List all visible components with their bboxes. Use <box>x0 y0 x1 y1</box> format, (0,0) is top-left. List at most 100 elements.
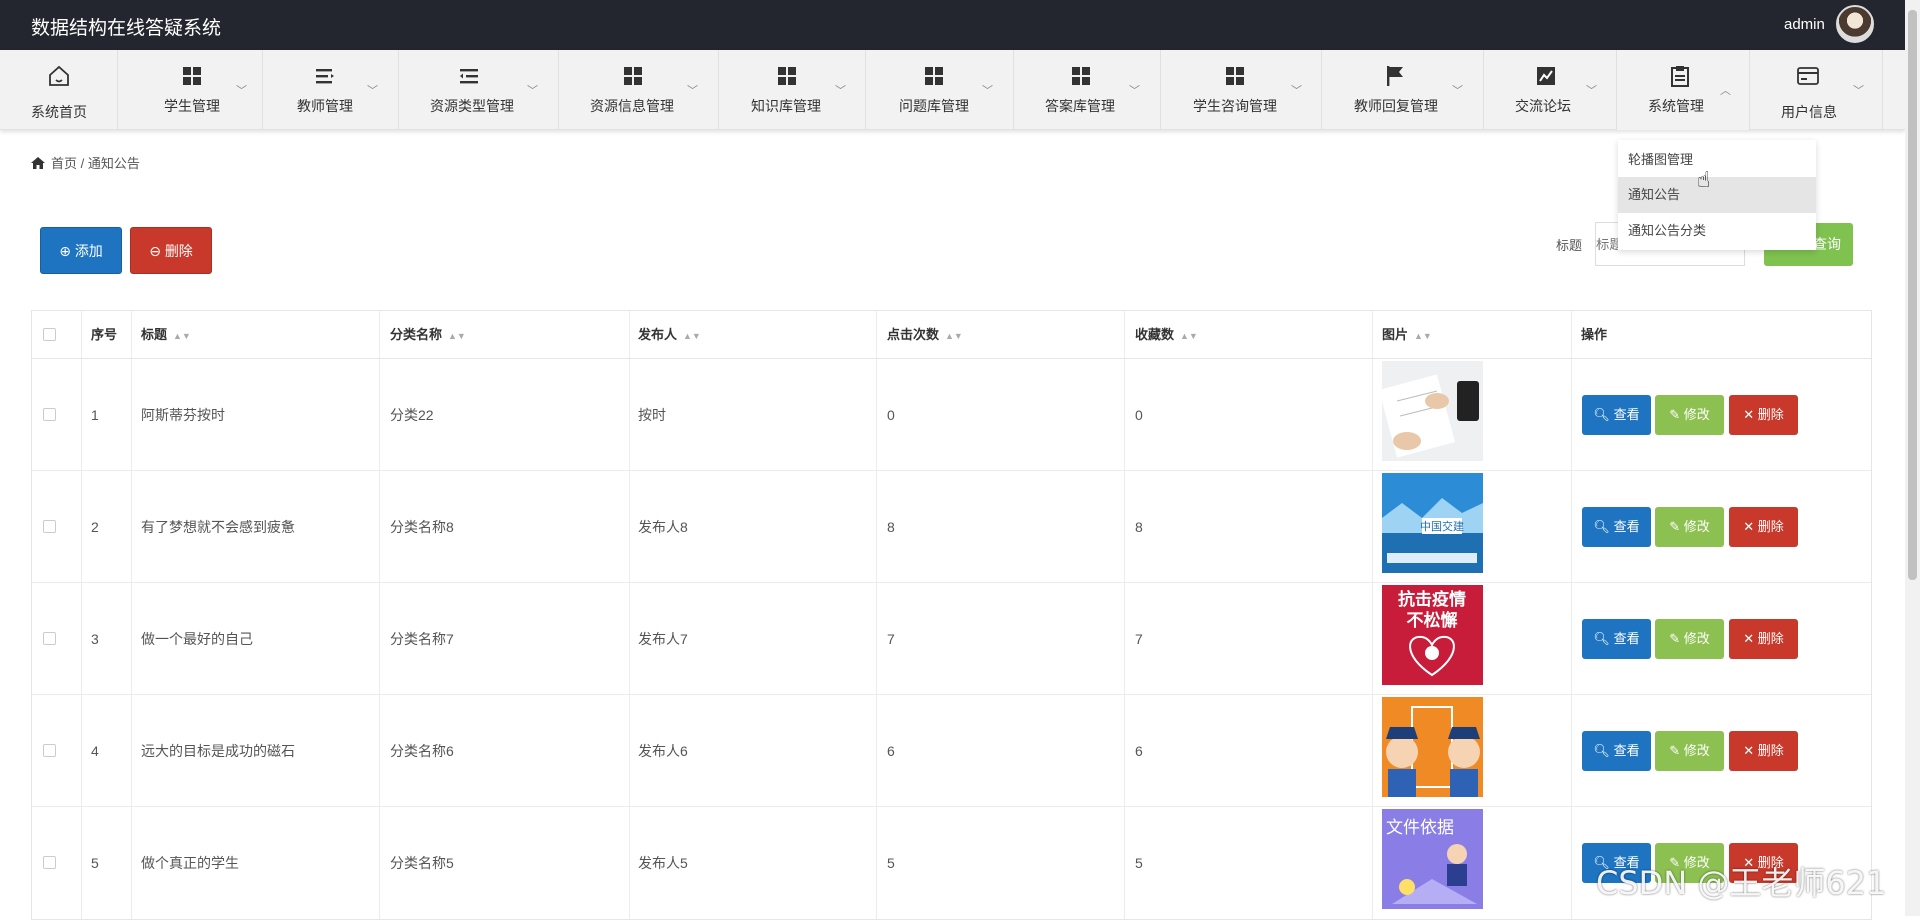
header-image[interactable]: 图片 ▲▼ <box>1382 311 1432 358</box>
search-icon: 🔍︎ <box>1593 743 1610 758</box>
cell-title: 做一个最好的自己 <box>141 631 253 647</box>
delete-row-button[interactable]: ✕ 删除 <box>1729 507 1798 547</box>
header-title[interactable]: 标题 ▲▼ <box>141 311 191 358</box>
sort-icon: ▲▼ <box>945 331 963 341</box>
cell-publisher: 按时 <box>638 407 666 423</box>
header-publisher[interactable]: 发布人 ▲▼ <box>638 311 701 358</box>
view-button[interactable]: 🔍︎ 查看 <box>1582 619 1651 659</box>
cell-category: 分类名称5 <box>390 855 454 871</box>
plus-circle-icon: ⊕ <box>59 243 71 259</box>
add-button-label: 添加 <box>74 243 103 259</box>
nav-item-knowledge[interactable]: 知识库管理 ﹀ <box>719 50 866 130</box>
view-button[interactable]: 🔍︎ 查看 <box>1582 395 1651 435</box>
edit-button[interactable]: ✎ 修改 <box>1655 395 1724 435</box>
home-icon <box>49 65 69 86</box>
breadcrumb: 首页 / 通知公告 <box>31 153 140 172</box>
poster-text: 中国交建 <box>1420 519 1464 533</box>
nav-label-user-info: 用户信息 <box>1781 104 1837 120</box>
flag-icon <box>1387 66 1403 86</box>
sort-icon: ▲▼ <box>683 331 701 341</box>
grid-icon <box>1072 67 1090 85</box>
nav-item-replies[interactable]: 教师回复管理 ﹀ <box>1322 50 1484 130</box>
user-name[interactable]: admin <box>1784 16 1825 33</box>
indent-list-icon <box>460 69 478 84</box>
edit-button[interactable]: ✎ 修改 <box>1655 619 1724 659</box>
table-row: 1 阿斯蒂芬按时 分类22 按时 0 0 🔍︎ 查看 ✎ 修改 ✕ 删除 <box>32 359 1871 471</box>
menu-item-notice-category[interactable]: 通知公告分类 <box>1618 213 1816 249</box>
nav-label-knowledge: 知识库管理 <box>751 98 821 114</box>
delete-button[interactable]: ⊖ 删除 <box>130 227 212 274</box>
delete-row-button[interactable]: ✕ 删除 <box>1729 731 1798 771</box>
nav-item-questions[interactable]: 问题库管理 ﹀ <box>866 50 1014 130</box>
delete-row-button[interactable]: ✕ 删除 <box>1729 395 1798 435</box>
grid-icon <box>778 67 796 85</box>
header-no: 序号 <box>91 327 118 342</box>
nav-item-system[interactable]: 系统管理 ︿ <box>1617 50 1750 130</box>
view-button[interactable]: 🔍︎ 查看 <box>1582 731 1651 771</box>
cell-title: 阿斯蒂芬按时 <box>141 407 225 423</box>
cell-no: 4 <box>91 743 99 759</box>
grid-icon <box>1226 67 1244 85</box>
nav-item-resource-types[interactable]: 资源类型管理 ﹀ <box>399 50 559 130</box>
sort-icon: ▲▼ <box>173 331 191 341</box>
breadcrumb-separator: / <box>80 156 85 171</box>
table-header: 序号 标题 ▲▼ 分类名称 ▲▼ 发布人 ▲▼ 点击次数 ▲▼ 收藏数 ▲▼ 图片 ▲▼ 操… <box>32 311 1871 359</box>
thumbnail-image: 中国交建 <box>1382 473 1483 573</box>
nav-item-forum[interactable]: 交流论坛 ﹀ <box>1484 50 1617 130</box>
row-checkbox[interactable] <box>43 856 56 869</box>
poster-text: 抗击疫情 <box>1398 589 1466 609</box>
edit-button[interactable]: ✎ 修改 <box>1655 507 1724 547</box>
cell-favorites: 6 <box>1135 743 1143 759</box>
cell-no: 1 <box>91 407 99 423</box>
row-checkbox[interactable] <box>43 408 56 421</box>
grid-icon <box>183 67 201 85</box>
nav-item-teachers[interactable]: 教师管理 ﹀ <box>263 50 399 130</box>
cell-category: 分类22 <box>390 407 434 423</box>
thumbnail-image <box>1382 697 1483 797</box>
header-category[interactable]: 分类名称 ▲▼ <box>390 311 466 358</box>
table-row: 2 有了梦想就不会感到疲惫 分类名称8 发布人8 8 8 中国交建 🔍︎ 查看 … <box>32 471 1871 583</box>
cell-no: 2 <box>91 519 99 535</box>
cell-no: 5 <box>91 855 99 871</box>
main-nav: 系统首页 学生管理 ﹀ 教师管理 ﹀ 资源类型管理 ﹀ 资源信息管理 ﹀ 知识库… <box>0 50 1905 130</box>
menu-item-carousel[interactable]: 轮播图管理 <box>1618 142 1816 178</box>
nav-item-students[interactable]: 学生管理 ﹀ <box>118 50 263 130</box>
close-icon: ✕ <box>1743 519 1755 534</box>
scrollbar-thumb[interactable] <box>1908 10 1917 580</box>
edit-icon: ✎ <box>1669 631 1681 646</box>
home-icon <box>31 157 45 169</box>
edit-button[interactable]: ✎ 修改 <box>1655 731 1724 771</box>
header-clicks[interactable]: 点击次数 ▲▼ <box>887 311 963 358</box>
breadcrumb-home[interactable]: 首页 <box>51 156 77 171</box>
nav-label-home: 系统首页 <box>31 104 87 120</box>
nav-item-consult[interactable]: 学生咨询管理 ﹀ <box>1161 50 1322 130</box>
add-button[interactable]: ⊕ 添加 <box>40 227 122 274</box>
nav-item-answers[interactable]: 答案库管理 ﹀ <box>1014 50 1161 130</box>
view-button[interactable]: 🔍︎ 查看 <box>1582 507 1651 547</box>
poster-text: 不松懈 <box>1407 610 1458 630</box>
cell-clicks: 7 <box>887 631 895 647</box>
cell-no: 3 <box>91 631 99 647</box>
delete-button-label: 删除 <box>164 243 193 259</box>
nav-item-home[interactable]: 系统首页 <box>0 50 118 130</box>
thumbnail-image: 抗击疫情 不松懈 <box>1382 585 1483 685</box>
chevron-down-icon: ﹀ <box>1291 85 1302 97</box>
header-favorites[interactable]: 收藏数 ▲▼ <box>1135 311 1198 358</box>
nav-item-user-info[interactable]: 用户信息 ﹀ <box>1750 50 1883 130</box>
close-icon: ✕ <box>1743 631 1755 646</box>
nav-item-resource-info[interactable]: 资源信息管理 ﹀ <box>559 50 719 130</box>
row-checkbox[interactable] <box>43 632 56 645</box>
search-label: 标题 <box>1556 238 1583 253</box>
notice-table: 序号 标题 ▲▼ 分类名称 ▲▼ 发布人 ▲▼ 点击次数 ▲▼ 收藏数 ▲▼ 图片 ▲▼ 操… <box>31 310 1872 920</box>
select-all-checkbox[interactable] <box>43 328 56 341</box>
avatar[interactable] <box>1836 5 1874 43</box>
menu-item-notices[interactable]: 通知公告 <box>1618 177 1816 213</box>
chevron-down-icon: ﹀ <box>1129 85 1140 97</box>
chevron-down-icon: ﹀ <box>1853 85 1864 97</box>
row-checkbox[interactable] <box>43 744 56 757</box>
scrollbar[interactable] <box>1905 0 1920 916</box>
nav-label-questions: 问题库管理 <box>899 98 969 114</box>
row-checkbox[interactable] <box>43 520 56 533</box>
cell-publisher: 发布人7 <box>638 631 688 647</box>
delete-row-button[interactable]: ✕ 删除 <box>1729 619 1798 659</box>
